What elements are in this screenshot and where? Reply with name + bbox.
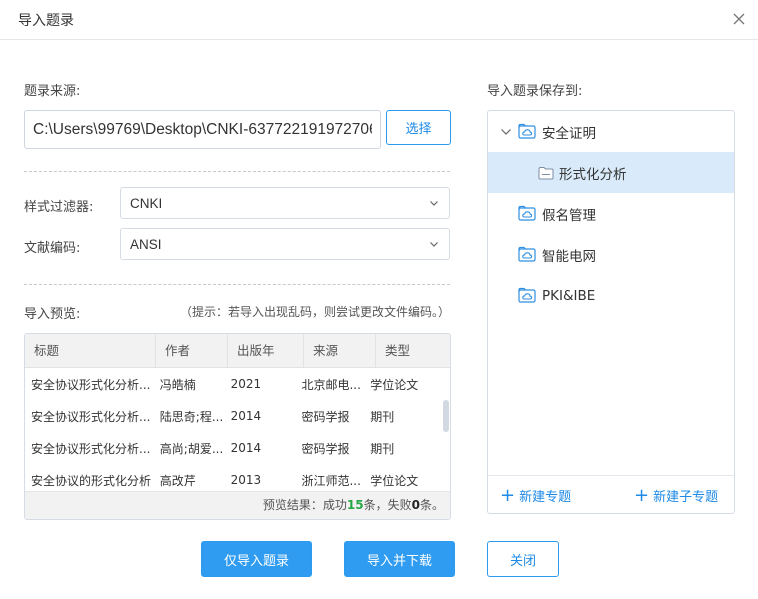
tree-node-pseudonym-management[interactable]: 假名管理 [488,193,734,234]
source-label: 题录来源: [24,84,81,99]
preview-hint: （提示：若导入出现乱码，则尝试更改文件编码。） [180,305,451,319]
cell-title: 安全协议形式化分析... [31,441,151,456]
cell-author: 冯皓楠 [159,377,196,392]
table-row[interactable]: 安全协议的形式化分析 高改芹 2013 浙江师范... 学位论文 [25,464,443,492]
cell-author: 高尚;胡爱... [159,441,224,456]
tree-node-label: 形式化分析 [559,166,627,183]
choose-button[interactable]: 选择 [386,110,451,145]
cell-source: 密码学报 [301,441,350,456]
filter-value: CNKI [130,195,163,211]
filter-label: 样式过滤器: [24,200,94,215]
cell-title: 安全协议的形式化分析 [31,473,152,488]
encoding-label: 文献编码: [24,241,81,256]
close-button[interactable]: 关闭 [487,541,559,577]
result-prefix: 预览结果：成功 [262,498,347,512]
dialog-header: 导入题录 [0,0,758,40]
close-icon[interactable] [730,10,748,28]
encoding-value: ANSI [130,236,162,252]
cell-source: 浙江师范... [301,473,361,488]
cell-type: 期刊 [370,441,395,456]
cloud-folder-icon [518,123,536,139]
tree-node-smart-grid[interactable]: 智能电网 [488,234,734,275]
table-header: 标题 作者 出版年 来源 类型 [25,334,450,368]
cell-type: 学位论文 [370,473,419,488]
cell-title: 安全协议形式化分析... [31,377,151,392]
encoding-select[interactable]: ANSI [120,228,450,260]
table-scrollbar[interactable] [442,368,450,492]
table-row[interactable]: 安全协议形式化分析... 冯皓楠 2021 北京邮电... 学位论文 [25,368,443,400]
tree-node-label: PKI&IBE [542,287,596,304]
cell-author: 陆思奇;程... [159,409,224,424]
divider [24,171,450,172]
preview-result: 预览结果：成功15条，失败0条。 [25,491,450,519]
cloud-folder-icon [518,287,536,303]
tree-node-label: 智能电网 [542,248,596,265]
cell-year: 2014 [230,409,262,423]
tree-node-label: 假名管理 [542,207,596,224]
chevron-down-icon[interactable] [499,125,513,139]
cell-year: 2013 [230,473,262,487]
new-topic-button[interactable]: + 新建专题 [500,486,571,505]
new-topic-label: 新建专题 [519,490,572,505]
import-and-download-button[interactable]: 导入并下载 [344,541,455,577]
column-header-year[interactable]: 出版年 [228,334,304,368]
fail-count: 0 [411,498,420,512]
scrollbar-thumb[interactable] [443,400,449,432]
new-subtopic-label: 新建子专题 [653,490,719,505]
cloud-folder-icon [518,205,536,221]
tree-footer: + 新建专题 + 新建子专题 [488,475,734,513]
tree-node-formal-analysis[interactable]: 形式化分析 [488,152,734,193]
success-count: 15 [346,498,364,512]
table-row[interactable]: 安全协议形式化分析... 高尚;胡爱... 2014 密码学报 期刊 [25,432,443,464]
chevron-down-icon [430,242,438,247]
column-header-source[interactable]: 来源 [304,334,376,368]
cell-type: 期刊 [370,409,395,424]
topic-tree: 安全证明 形式化分析 假名管理 智能电网 PKI&IBE + 新建专题 + 新建… [487,110,735,514]
cell-author: 高改芹 [159,473,196,488]
folder-icon [538,166,554,179]
tree-node-pki-ibe[interactable]: PKI&IBE [488,275,734,316]
cell-year: 2014 [230,441,262,455]
column-header-author[interactable]: 作者 [156,334,228,368]
preview-label: 导入预览: [24,307,81,322]
tree-node-security-proof[interactable]: 安全证明 [488,111,734,152]
target-label: 导入题录保存到: [487,84,583,99]
result-mid: 条，失败 [363,498,412,512]
table-row[interactable]: 安全协议形式化分析... 陆思奇;程... 2014 密码学报 期刊 [25,400,443,432]
cloud-folder-icon [518,246,536,262]
column-header-type[interactable]: 类型 [376,334,450,368]
divider [24,284,450,285]
cell-source: 密码学报 [301,409,350,424]
plus-icon: + [634,484,650,506]
cell-year: 2021 [230,377,262,391]
result-suffix: 条。 [419,498,444,512]
column-header-title[interactable]: 标题 [25,334,156,368]
filter-select[interactable]: CNKI [120,187,450,219]
plus-icon: + [500,484,516,506]
preview-table: 标题 作者 出版年 来源 类型 安全协议形式化分析... 冯皓楠 2021 北京… [24,333,451,520]
table-body: 安全协议形式化分析... 冯皓楠 2021 北京邮电... 学位论文 安全协议形… [25,368,443,492]
cell-title: 安全协议形式化分析... [31,409,151,424]
source-path-input[interactable] [24,110,381,149]
tree-node-label: 安全证明 [542,125,596,142]
cell-type: 学位论文 [370,377,419,392]
dialog-title: 导入题录 [18,13,74,29]
cell-source: 北京邮电... [301,377,361,392]
import-only-button[interactable]: 仅导入题录 [201,541,312,577]
new-subtopic-button[interactable]: + 新建子专题 [634,486,718,505]
chevron-down-icon [430,201,438,206]
